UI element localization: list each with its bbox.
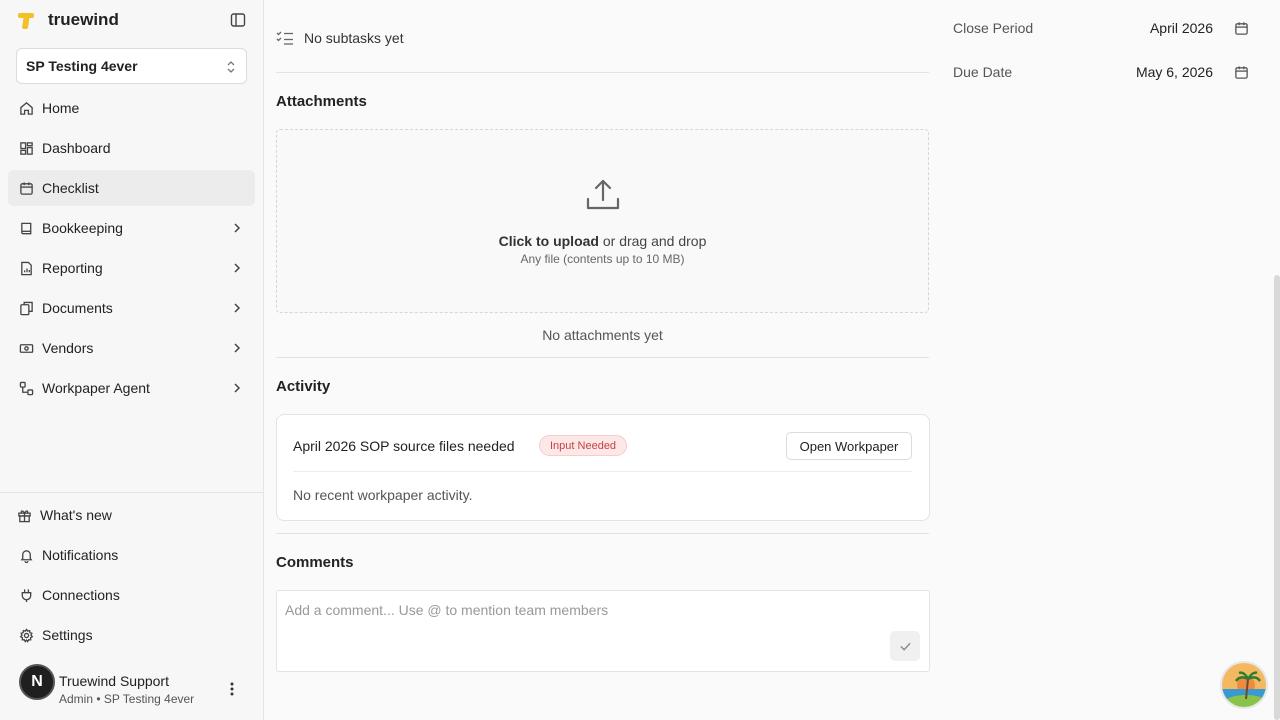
- status-badge: Input Needed: [539, 435, 628, 456]
- list-checks-icon: [276, 31, 293, 45]
- bell-icon: [20, 549, 32, 563]
- comment-input[interactable]: Add a comment... Use @ to mention team m…: [276, 590, 930, 672]
- comment-placeholder: Add a comment... Use @ to mention team m…: [285, 602, 609, 618]
- assistant-avatar[interactable]: [1220, 661, 1268, 709]
- sidebar-toggle-icon[interactable]: [230, 12, 246, 28]
- more-vertical-icon[interactable]: [230, 682, 234, 696]
- task-details-panel: Close Period April 2026 Due Date May 6, …: [944, 0, 1280, 720]
- workflow-icon: [19, 381, 33, 395]
- banknote-icon: [19, 343, 33, 353]
- chevron-right-icon: [234, 383, 241, 393]
- brand-name: truewind: [48, 10, 119, 29]
- gear-icon: [19, 627, 33, 643]
- sidebar-item-vendors[interactable]: Vendors: [8, 330, 255, 366]
- due-date-value[interactable]: May 6, 2026: [1136, 64, 1213, 80]
- sidebar-item-checklist[interactable]: Checklist: [8, 170, 255, 206]
- sidebar-divider: [0, 492, 263, 493]
- activity-card: April 2026 SOP source files needed Input…: [276, 414, 930, 521]
- sidebar-item-label: What's new: [40, 507, 112, 523]
- check-icon: [899, 642, 911, 651]
- due-date-field[interactable]: Due Date May 6, 2026: [953, 62, 1263, 84]
- documents-icon: [19, 301, 33, 315]
- book-icon: [20, 222, 31, 234]
- avatar: N: [19, 664, 55, 700]
- sidebar-item-label: Workpaper Agent: [42, 380, 150, 396]
- activity-divider: [293, 471, 912, 472]
- activity-empty-text: No recent workpaper activity.: [293, 487, 473, 503]
- activity-item-title: April 2026 SOP source files needed: [293, 438, 515, 454]
- sidebar-item-settings[interactable]: Settings: [8, 617, 255, 653]
- sidebar-item-label: Connections: [42, 587, 120, 603]
- activity-title: Activity: [276, 378, 331, 395]
- calendar-icon: [19, 181, 33, 195]
- gift-icon: [17, 509, 31, 522]
- sidebar-item-label: Documents: [42, 300, 113, 316]
- sidebar-item-label: Home: [42, 100, 80, 116]
- subtasks-empty: No subtasks yet: [276, 30, 404, 46]
- subtasks-empty-text: No subtasks yet: [304, 30, 404, 46]
- user-role: Admin • SP Testing 4ever: [59, 692, 195, 706]
- sidebar-item-workpaper-agent[interactable]: Workpaper Agent: [8, 370, 255, 406]
- submit-comment-button[interactable]: [890, 631, 920, 661]
- sidebar-item-label: Settings: [42, 627, 93, 643]
- org-selector-value: SP Testing 4ever: [26, 58, 138, 74]
- sidebar-item-bookkeeping[interactable]: Bookkeeping: [8, 210, 255, 246]
- scrollbar[interactable]: [1274, 275, 1280, 720]
- chevron-right-icon: [234, 343, 241, 353]
- file-chart-icon: [20, 261, 32, 275]
- calendar-icon[interactable]: [1234, 21, 1249, 36]
- sidebar-item-label: Bookkeeping: [42, 220, 123, 236]
- user-name: Truewind Support: [59, 673, 169, 689]
- plug-icon: [21, 588, 31, 602]
- home-icon: [19, 101, 33, 115]
- section-divider: [276, 357, 929, 358]
- close-period-value[interactable]: April 2026: [1150, 20, 1213, 36]
- due-date-label: Due Date: [953, 64, 1013, 80]
- main-nav: Home Dashboard Checklist Bookkeeping Rep…: [8, 90, 255, 410]
- chevron-right-icon: [234, 263, 241, 273]
- sidebar-item-label: Vendors: [42, 340, 94, 356]
- user-profile[interactable]: N Truewind Support Admin • SP Testing 4e…: [16, 660, 256, 712]
- attachments-title: Attachments: [276, 93, 367, 110]
- dashboard-icon: [19, 141, 33, 155]
- sidebar: truewind SP Testing 4ever Home Dashboard…: [0, 0, 264, 720]
- task-detail-main: No subtasks yet Attachments Click to upl…: [264, 0, 944, 720]
- calendar-icon[interactable]: [1234, 65, 1249, 80]
- upload-instruction: Click to upload or drag and drop: [498, 233, 707, 249]
- sidebar-item-documents[interactable]: Documents: [8, 290, 255, 326]
- click-to-upload-link[interactable]: Click to upload: [499, 233, 599, 249]
- org-selector[interactable]: SP Testing 4ever: [16, 48, 247, 84]
- file-upload-dropzone[interactable]: Click to upload or drag and drop Any fil…: [276, 129, 929, 313]
- chevron-right-icon: [234, 303, 241, 313]
- sidebar-item-label: Notifications: [42, 547, 119, 563]
- sidebar-item-reporting[interactable]: Reporting: [8, 250, 255, 286]
- sidebar-item-whats-new[interactable]: What's new: [8, 497, 255, 533]
- close-period-label: Close Period: [953, 20, 1034, 36]
- chevron-up-down-icon: [227, 61, 235, 73]
- sidebar-item-dashboard[interactable]: Dashboard: [8, 130, 255, 166]
- sidebar-item-notifications[interactable]: Notifications: [8, 537, 255, 573]
- section-divider: [276, 72, 929, 73]
- attachments-empty-text: No attachments yet: [542, 327, 663, 343]
- sidebar-item-label: Checklist: [42, 180, 99, 196]
- truewind-logo-icon: [16, 10, 36, 30]
- sidebar-item-connections[interactable]: Connections: [8, 577, 255, 613]
- open-workpaper-button[interactable]: Open Workpaper: [786, 432, 912, 460]
- secondary-nav: What's new Notifications Connections Set…: [8, 497, 255, 657]
- sidebar-item-label: Reporting: [42, 260, 103, 276]
- upload-hint: Any file (contents up to 10 MB): [520, 252, 685, 266]
- sidebar-item-home[interactable]: Home: [8, 90, 255, 126]
- upload-icon: [586, 179, 620, 210]
- comments-title: Comments: [276, 554, 354, 571]
- brand[interactable]: truewind: [16, 9, 119, 31]
- section-divider: [276, 533, 929, 534]
- close-period-field[interactable]: Close Period April 2026: [953, 18, 1263, 40]
- chevron-right-icon: [234, 223, 241, 233]
- sidebar-item-label: Dashboard: [42, 140, 111, 156]
